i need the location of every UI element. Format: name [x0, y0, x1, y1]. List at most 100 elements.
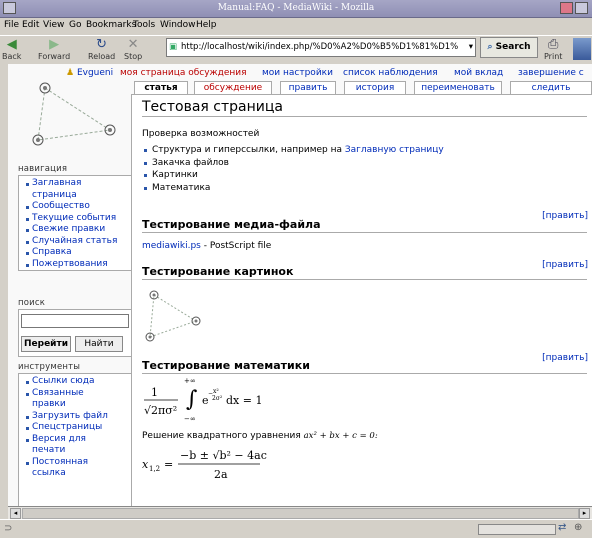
nav-item-help[interactable]: Справка: [26, 247, 130, 259]
svg-text:1,2: 1,2: [149, 465, 160, 473]
tools-item-special-pages[interactable]: Спецстраницы: [26, 422, 130, 434]
back-button[interactable]: ◀ Back: [2, 37, 21, 62]
forward-arrow-icon: ▶: [49, 37, 60, 52]
nav-item-donations[interactable]: Пожертвования: [26, 259, 130, 271]
svg-text:−b ± √b² − 4ac: −b ± √b² − 4ac: [180, 449, 267, 462]
tab-article[interactable]: статья: [134, 81, 188, 95]
tab-discussion[interactable]: обсуждение: [194, 81, 272, 94]
left-gutter: [0, 64, 8, 506]
back-arrow-icon: ◀: [6, 37, 17, 52]
find-button[interactable]: Найти: [75, 336, 123, 352]
tools-heading: инструменты: [18, 362, 81, 372]
lock-icon: ⊕: [574, 522, 583, 533]
list-item: Картинки: [144, 169, 444, 182]
tools-item-whatlinkshere[interactable]: Ссылки сюда: [26, 376, 130, 388]
minimize-icon[interactable]: [560, 2, 573, 14]
menu-go[interactable]: Go: [69, 20, 81, 30]
tab-watch[interactable]: следить: [510, 81, 592, 94]
search-portlet: Перейти Найти: [18, 309, 134, 357]
svg-text:√2πσ²: √2πσ²: [144, 404, 177, 417]
preferences-link[interactable]: мои настройки: [262, 68, 333, 78]
list-item: Математика: [144, 182, 444, 195]
tools-item-permalink[interactable]: Постоянная ссылка: [26, 457, 102, 480]
stop-button[interactable]: ✕ Stop: [124, 37, 142, 62]
section-heading-math: Тестирование математики: [142, 359, 587, 374]
menu-bookmarks[interactable]: Bookmarks: [86, 20, 136, 30]
nav-item-current-events[interactable]: Текущие события: [26, 213, 130, 225]
tools-portlet: Ссылки сюда Связанные правки Загрузить ф…: [18, 373, 134, 506]
test-image[interactable]: [140, 285, 215, 347]
main-page-link[interactable]: Заглавную страницу: [345, 145, 444, 155]
talk-link[interactable]: моя страница обсуждения: [120, 68, 247, 78]
section-heading-media: Тестирование медиа-файла: [142, 218, 587, 233]
progress-bar: [478, 524, 556, 535]
media-file-link[interactable]: mediawiki.ps: [142, 241, 201, 251]
menu-view[interactable]: View: [43, 20, 64, 30]
search-input[interactable]: [21, 314, 129, 328]
tab-history[interactable]: история: [344, 81, 406, 94]
quadratic-equation-image: ax² + bx + c = 0:: [303, 431, 378, 441]
nav-item-recent-changes[interactable]: Свежие правки: [26, 224, 130, 236]
list-item: Структура и гиперссылки, например на Заг…: [144, 144, 444, 157]
search-icon: ⌕: [487, 42, 493, 52]
search-button[interactable]: ⌕ Search: [480, 37, 538, 58]
window-title: Manual:FAQ - MediaWiki - Mozilla: [217, 3, 375, 13]
logout-link[interactable]: завершение с: [518, 68, 584, 78]
scroll-right-icon[interactable]: ▸: [579, 508, 590, 519]
user-link[interactable]: ♟ Evgueni: [66, 68, 113, 78]
tools-item-upload[interactable]: Загрузить файл: [26, 411, 130, 423]
tools-item-printable[interactable]: Версия для печати: [26, 434, 102, 457]
page-icon: ▣: [169, 42, 178, 52]
nav-item-community[interactable]: Сообщество: [26, 201, 130, 213]
url-dropdown-icon[interactable]: ▾: [469, 39, 473, 56]
print-button[interactable]: ⎙ Print: [544, 37, 562, 62]
feature-list: Структура и гиперссылки, например на Заг…: [144, 144, 444, 194]
stop-icon: ✕: [127, 37, 139, 52]
url-input[interactable]: ▣ http://localhost/wiki/index.php/%D0%A2…: [166, 38, 476, 57]
quadratic-formula-image: x 1,2 = −b ± √b² − 4ac 2a: [142, 449, 267, 481]
online-status-icon: ⇄: [558, 522, 567, 533]
security-icon: ⊃: [4, 523, 13, 534]
reload-icon: ↻: [96, 37, 108, 52]
menu-bar: File Edit View Go Bookmarks Tools Window…: [0, 18, 592, 34]
media-line: mediawiki.ps - PostScript file: [142, 241, 272, 251]
section-heading-images: Тестирование картинок: [142, 265, 587, 280]
user-icon: ♟: [66, 68, 75, 78]
page-title: Тестовая страница: [142, 99, 587, 117]
menu-help[interactable]: Help: [196, 20, 217, 30]
menu-window[interactable]: Window: [160, 20, 196, 30]
tab-edit[interactable]: править: [280, 81, 336, 94]
window-titlebar: Manual:FAQ - MediaWiki - Mozilla: [0, 0, 592, 18]
go-button[interactable]: Перейти: [21, 336, 71, 352]
menu-tools[interactable]: Tools: [133, 20, 155, 30]
menu-edit[interactable]: Edit: [22, 20, 39, 30]
nav-heading: навигация: [18, 164, 68, 174]
list-item: Закачка файлов: [144, 157, 444, 170]
nav-item-random[interactable]: Случайная статья: [26, 236, 130, 248]
tab-move[interactable]: переименовать: [414, 81, 502, 94]
reload-button[interactable]: ↻ Reload: [88, 37, 115, 62]
article-content: Тестовая страница Проверка возможностей …: [131, 94, 592, 506]
printer-icon: ⎙: [548, 37, 559, 52]
scroll-left-icon[interactable]: ◂: [10, 508, 21, 519]
gaussian-formula-image: 1 √2πσ² +∞ ∫ −∞ e − x² 2σ² dx = 1: [144, 377, 262, 423]
web-page: ♟ Evgueni моя страница обсуждения мои на…: [8, 64, 592, 506]
svg-text:x: x: [142, 458, 149, 471]
tools-item-related-changes[interactable]: Связанные правки: [26, 388, 92, 411]
forward-button[interactable]: ▶ Forward: [38, 37, 70, 62]
mozilla-throbber-icon: [573, 38, 591, 60]
menu-file[interactable]: File: [4, 20, 19, 30]
nav-item-main-page[interactable]: Заглавная страница: [26, 178, 112, 201]
horizontal-scrollbar[interactable]: ◂ ▸: [8, 506, 592, 519]
maximize-icon[interactable]: [575, 2, 588, 14]
svg-text:1: 1: [151, 386, 158, 399]
intro-text: Проверка возможностей: [142, 129, 260, 139]
watchlist-link[interactable]: список наблюдения: [343, 68, 438, 78]
contributions-link[interactable]: мой вклад: [454, 68, 503, 78]
nav-portlet: Заглавная страница Сообщество Текущие со…: [18, 175, 134, 271]
quadratic-line: Решение квадратного уравнения ax² + bx +…: [142, 431, 378, 441]
scrollbar-thumb[interactable]: [22, 508, 579, 519]
svg-text:+∞: +∞: [184, 377, 196, 385]
svg-text:2σ²: 2σ²: [212, 395, 223, 402]
wiki-logo[interactable]: [20, 70, 135, 160]
